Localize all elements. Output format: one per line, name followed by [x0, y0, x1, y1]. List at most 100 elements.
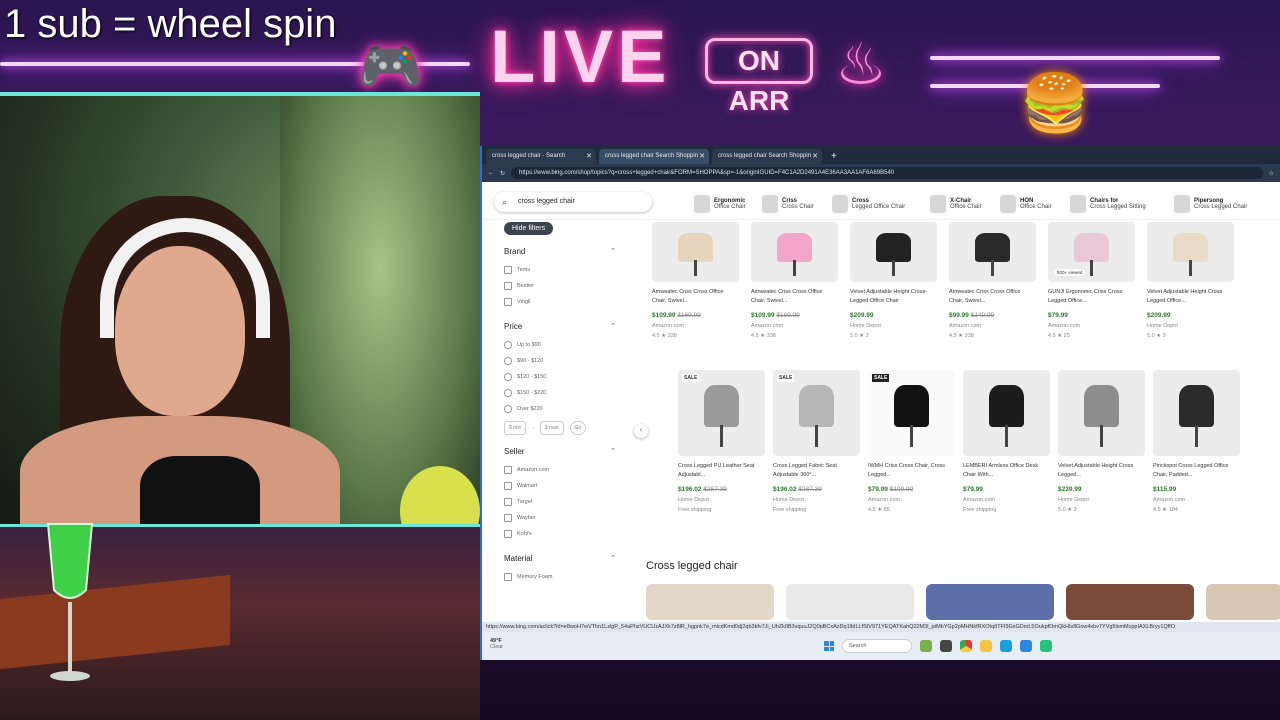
edge-icon[interactable]	[1000, 640, 1012, 652]
filter-option[interactable]: Vingli	[504, 294, 626, 310]
store-name: Amazon.com	[1048, 323, 1081, 329]
product-card[interactable]: Amweatec Criss Cross Office Chair, Swive…	[949, 222, 1036, 339]
related-chip[interactable]: Pipersong Cross Legged Chair	[1174, 194, 1247, 214]
live-neon-title: LIVE	[490, 15, 671, 98]
min-price-input[interactable]: $ min	[504, 421, 527, 435]
filter-option[interactable]: $120 - $150	[504, 369, 626, 385]
product-price: $209.99	[850, 312, 937, 319]
filter-option[interactable]: Target	[504, 494, 626, 510]
radio[interactable]	[504, 389, 512, 397]
task-view-icon[interactable]	[940, 640, 952, 652]
hide-filters-button[interactable]: Hide filters	[504, 222, 554, 235]
product-card[interactable]: SALE Cross Legged PU Leather Seat Adjusta…	[678, 370, 765, 513]
rating: 4.5 ★ 85	[868, 507, 890, 513]
product-price: $239.99	[1058, 486, 1145, 493]
tab-search[interactable]: cross legged chair - Search ✕	[486, 149, 596, 164]
filter-price: Price ⌃ Up to $90 $90 - $120 $120 - $150 …	[496, 322, 626, 435]
filter-option[interactable]: Up to $90	[504, 337, 626, 353]
rating: 4.5 ★ 338	[652, 333, 677, 339]
filter-option[interactable]: $90 - $120	[504, 353, 626, 369]
related-chip[interactable]: Criss Cross Chair	[762, 194, 814, 214]
tab-shopping[interactable]: cross legged chair Search Shoppin ✕	[712, 149, 822, 164]
chair-shape	[989, 385, 1024, 427]
checkbox[interactable]	[504, 482, 512, 490]
filter-option[interactable]: Amazon.com	[504, 462, 626, 478]
product-title: Velvet Adjustable Height Cross-Legged Of…	[850, 289, 928, 304]
radio[interactable]	[504, 357, 512, 365]
related-thumbnail[interactable]	[926, 584, 1054, 620]
product-card[interactable]: Velvet Adjustable Height Cross Legged...…	[1058, 370, 1145, 513]
search-header: ⌕ cross legged chair Ergonomic Office Cha…	[482, 186, 1280, 220]
product-card[interactable]: 500+ viewed GUNJI Ergonomic Criss Cross L…	[1048, 222, 1135, 339]
related-chip[interactable]: Chairs for Cross Legged Sitting	[1070, 194, 1146, 214]
close-icon[interactable]: ✕	[586, 152, 592, 160]
product-card[interactable]: Velvet Adjustable Height Cross-Legged Of…	[850, 222, 937, 339]
filter-option[interactable]: Bestier	[504, 278, 626, 294]
related-chip[interactable]: Ergonomic Office Chair	[694, 194, 746, 214]
related-thumbnail[interactable]	[1066, 584, 1194, 620]
product-card[interactable]: LEMBERI Armless Office Desk Chair With..…	[963, 370, 1050, 513]
windows-start-icon[interactable]	[824, 641, 834, 651]
app-icon[interactable]	[1040, 640, 1052, 652]
url-field[interactable]: https://www.bing.com/shop/topics?q=cross…	[511, 167, 1263, 179]
refresh-icon[interactable]: ↻	[500, 170, 505, 177]
filter-title[interactable]: Price ⌃	[504, 322, 626, 331]
search-input[interactable]: ⌕ cross legged chair	[494, 192, 652, 212]
chrome-icon[interactable]	[960, 640, 972, 652]
widgets-icon[interactable]	[920, 640, 932, 652]
store-name: Home Depot	[850, 323, 881, 329]
related-thumbnail[interactable]	[1206, 584, 1280, 620]
chevron-left-icon[interactable]: ‹	[634, 424, 648, 438]
related-chip[interactable]: HON Office Chair	[1000, 194, 1052, 214]
go-button[interactable]: Go	[569, 421, 587, 435]
radio[interactable]	[504, 373, 512, 381]
related-thumbnail[interactable]	[646, 584, 774, 620]
radio[interactable]	[504, 341, 512, 349]
product-price: $79.99	[1048, 312, 1135, 319]
on-air-sign: ON ARR	[705, 38, 813, 116]
weather-widget[interactable]: 49°F Clear	[490, 638, 503, 650]
checkbox[interactable]	[504, 514, 512, 522]
chip-thumbnail	[1174, 195, 1190, 213]
filter-brand: Brand ⌃ Temu Bestier Vingli	[496, 247, 626, 310]
filter-title[interactable]: Seller ⌃	[504, 447, 626, 456]
related-chip[interactable]: X-Chair Office Chair	[930, 194, 982, 214]
taskbar-search[interactable]: Search	[842, 639, 912, 653]
star-icon[interactable]: ☆	[1269, 170, 1274, 177]
radio[interactable]	[504, 405, 512, 413]
filter-option[interactable]: Memory Foam	[504, 569, 626, 585]
file-explorer-icon[interactable]	[980, 640, 992, 652]
checkbox[interactable]	[504, 282, 512, 290]
close-icon[interactable]: ✕	[812, 152, 818, 160]
tab-label: cross legged chair Search Shoppin	[718, 153, 812, 159]
product-card[interactable]: Velvet Adjustable Height Cross Legged Of…	[1147, 222, 1234, 339]
filter-option[interactable]: Walmart	[504, 478, 626, 494]
product-image: SALE	[773, 370, 860, 456]
product-card[interactable]: SALE Cross Legged Fabric Seat Adjustable …	[773, 370, 860, 513]
back-icon[interactable]: ←	[488, 170, 494, 176]
product-card[interactable]: Amweatec Criss Cross Office Chair, Swive…	[652, 222, 739, 339]
product-card[interactable]: Pinckspot Cross Legged Office Chair, Pad…	[1153, 370, 1240, 513]
product-card[interactable]: Amweatec Criss Cross Office Chair, Swive…	[751, 222, 838, 339]
filter-title[interactable]: Brand ⌃	[504, 247, 626, 256]
filter-option[interactable]: Kohl's	[504, 526, 626, 542]
checkbox[interactable]	[504, 573, 512, 581]
filter-option[interactable]: Temu	[504, 262, 626, 278]
checkbox[interactable]	[504, 530, 512, 538]
checkbox[interactable]	[504, 466, 512, 474]
tab-shopping-active[interactable]: cross legged chair Search Shoppin ✕	[599, 149, 709, 164]
checkbox[interactable]	[504, 266, 512, 274]
filter-option[interactable]: Over $220	[504, 401, 626, 417]
related-thumbnail[interactable]	[786, 584, 914, 620]
max-price-input[interactable]: $ max	[539, 421, 564, 435]
product-card[interactable]: SALE IWMH Criss Cross Chair, Cross Legged…	[868, 370, 955, 513]
related-chip[interactable]: Cross Legged Office Chair	[832, 194, 905, 214]
checkbox[interactable]	[504, 298, 512, 306]
filter-title[interactable]: Material ⌃	[504, 554, 626, 563]
filter-option[interactable]: $150 - $220	[504, 385, 626, 401]
new-tab-button[interactable]: +	[825, 151, 843, 164]
filter-option[interactable]: Wayfair	[504, 510, 626, 526]
store-icon[interactable]	[1020, 640, 1032, 652]
close-icon[interactable]: ✕	[699, 152, 705, 160]
checkbox[interactable]	[504, 498, 512, 506]
